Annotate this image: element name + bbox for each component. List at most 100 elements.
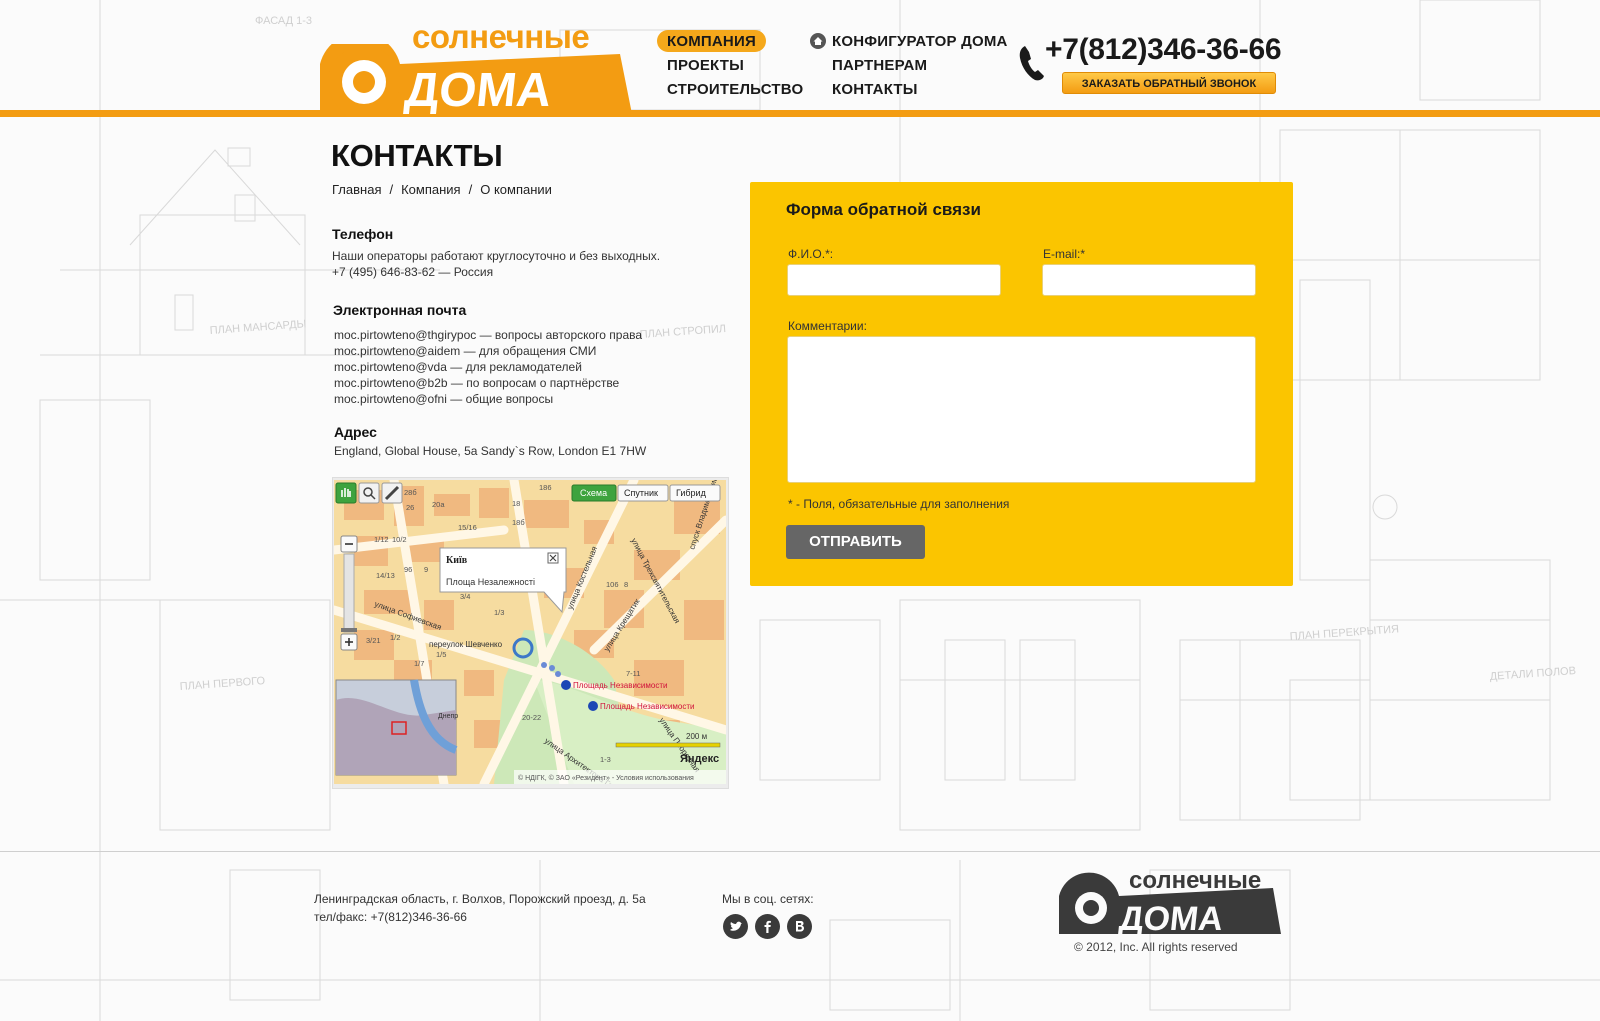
map-tab-scheme-label: Схема xyxy=(580,488,607,498)
nav-configurator[interactable]: КОНФИГУРАТОР ДОМА xyxy=(832,33,1008,50)
map-house-number: 14/13 xyxy=(376,571,395,580)
footer-phone: тел/факс: +7(812)346-36-66 xyxy=(314,910,467,924)
map-house-number: 1/7 xyxy=(414,659,424,668)
logo[interactable]: солнечные ДОМА xyxy=(320,18,632,114)
email-line[interactable]: moc.pirtowteno@aidem — для обращения СМИ xyxy=(334,343,642,359)
email-line[interactable]: moc.pirtowteno@thgirypoc — вопросы автор… xyxy=(334,327,642,343)
hand-tool-icon[interactable] xyxy=(335,482,357,504)
map-canvas[interactable]: улица Костельная улица Трехсвятительская… xyxy=(334,480,726,784)
breadcrumb-separator: / xyxy=(389,182,394,197)
map-house-number: 1/3 xyxy=(494,608,504,617)
email-line[interactable]: moc.pirtowteno@ofni — общие вопросы xyxy=(334,391,642,407)
phone-section-title: Телефон xyxy=(332,226,394,242)
map-metro-label: Площадь Независимости xyxy=(573,681,667,690)
email-section-title: Электронная почта xyxy=(333,302,467,318)
map-house-number: 26 xyxy=(406,503,414,512)
zoom-tool-icon[interactable] xyxy=(358,482,380,504)
svg-text:ПЛАН ПЕРВОГО: ПЛАН ПЕРВОГО xyxy=(179,675,266,693)
map-house-number: 186 xyxy=(539,483,552,492)
map-house-number: 1/5 xyxy=(436,650,446,659)
email-field[interactable] xyxy=(1042,264,1256,296)
nav-construction[interactable]: СТРОИТЕЛЬСТВО xyxy=(667,81,803,98)
breadcrumb-about[interactable]: О компании xyxy=(480,182,552,197)
breadcrumb-home[interactable]: Главная xyxy=(332,182,381,197)
footer-logo-big-word: ДОМА xyxy=(1117,900,1224,936)
footer-contacts: Ленинградская область, г. Волхов, Порожс… xyxy=(314,890,646,926)
address-section-title: Адрес xyxy=(334,424,377,440)
email-line[interactable]: moc.pirtowteno@vda — для рекламодателей xyxy=(334,359,642,375)
zoom-slider-handle[interactable] xyxy=(341,628,357,632)
footer-logo[interactable]: солнечные ДОМА xyxy=(1059,866,1281,936)
yandex-map[interactable]: улица Костельная улица Трехсвятительская… xyxy=(334,480,726,784)
map-house-number: 3/4 xyxy=(460,592,470,601)
callback-button[interactable]: ЗАКАЗАТЬ ОБРАТНЫЙ ЗВОНОК xyxy=(1062,72,1276,94)
page-title: КОНТАКТЫ xyxy=(331,138,503,173)
map-house-number: 28б xyxy=(404,488,417,497)
map-house-number: 9 xyxy=(424,565,428,574)
map-house-number: 18б xyxy=(512,518,525,527)
map-house-number: 3/21 xyxy=(366,636,381,645)
map-house-number: 18 xyxy=(512,499,520,508)
footer-copyright: © 2012, Inc. All rights reserved xyxy=(1074,940,1238,954)
map-street-label: переулок Шевченко xyxy=(429,640,503,649)
email-line[interactable]: moc.pirtowteno@b2b — по вопросам о партн… xyxy=(334,375,642,391)
map-house-number: 7-11 xyxy=(626,669,640,678)
phone-icon xyxy=(1019,46,1044,81)
header-accent-bar xyxy=(0,110,1600,117)
breadcrumb: Главная / Компания / О компании xyxy=(332,182,552,197)
phone-line: +7 (495) 646-83-62 — Россия xyxy=(332,265,494,279)
map-copyright[interactable]: © НДІГК, © ЗАО «Резидент» - Условия испо… xyxy=(518,774,694,782)
map-balloon-text: Площа Незалежності xyxy=(446,577,535,587)
map-tab-hybrid-label: Гибрид xyxy=(676,488,707,498)
map-house-number: 1-3 xyxy=(600,755,611,764)
header-phone-number[interactable]: +7(812)346-36-66 xyxy=(1045,33,1282,67)
email-field-label: E-mail:* xyxy=(1043,247,1086,261)
map-house-number: 106 xyxy=(606,580,619,589)
map-house-number: 1/12 xyxy=(374,535,389,544)
map-scale-label: 200 м xyxy=(686,732,707,741)
breadcrumb-separator: / xyxy=(468,182,473,197)
map-type-tabs[interactable]: Схема Спутник Гибрид xyxy=(571,484,721,502)
footer-divider xyxy=(0,851,1600,852)
nav-projects[interactable]: ПРОЕКТЫ xyxy=(667,57,744,74)
svg-text:ПЛАН МАНСАРДЫ: ПЛАН МАНСАРДЫ xyxy=(209,318,306,337)
map-minimap[interactable]: Днепр xyxy=(335,679,458,776)
map-toolbar[interactable] xyxy=(335,482,403,504)
map-tab-satellite-label: Спутник xyxy=(624,488,658,498)
svg-text:ПЛАН СТРОПИЛ: ПЛАН СТРОПИЛ xyxy=(639,323,726,341)
map-house-number: 96 xyxy=(404,565,412,574)
map-house-number: 15/16 xyxy=(458,523,477,532)
nav-contacts[interactable]: КОНТАКТЫ xyxy=(832,81,918,98)
twitter-icon[interactable] xyxy=(723,914,748,939)
svg-text:ФАСАД 1-3: ФАСАД 1-3 xyxy=(255,15,312,27)
footer-address: Ленинградская область, г. Волхов, Порожс… xyxy=(314,892,646,906)
logo-sun-mark: ДОМА xyxy=(320,44,632,114)
map-house-number: 10/2 xyxy=(392,535,407,544)
map-balloon-title: Київ xyxy=(446,555,468,566)
phone-section-text: Наши операторы работают круглосуточно и … xyxy=(332,248,660,280)
submit-button[interactable]: ОТПРАВИТЬ xyxy=(786,525,925,559)
svg-text:ДЕТАЛИ ПОЛОВ: ДЕТАЛИ ПОЛОВ xyxy=(1489,665,1576,683)
comment-textarea[interactable] xyxy=(787,336,1256,483)
map-brand-label: Яндекс xyxy=(680,753,719,765)
comment-field-label: Комментарии: xyxy=(788,319,867,333)
breadcrumb-company[interactable]: Компания xyxy=(401,182,461,197)
name-field-label: Ф.И.О.*: xyxy=(788,247,834,261)
social-label: Мы в соц. сетях: xyxy=(722,892,814,906)
map-house-number: 20а xyxy=(432,500,445,509)
facebook-icon[interactable] xyxy=(755,914,780,939)
vkontakte-icon[interactable] xyxy=(787,914,812,939)
address-text: England, Global House, 5a Sandy`s Row, L… xyxy=(334,444,647,458)
name-field[interactable] xyxy=(787,264,1001,296)
required-fields-note: * - Поля, обязательные для заполнения xyxy=(788,497,1010,511)
map-metro-label: Площадь Независимости xyxy=(600,702,694,711)
nav-company[interactable]: КОМПАНИЯ xyxy=(657,30,766,52)
map-house-number: 8 xyxy=(624,580,628,589)
minimap-river-label: Днепр xyxy=(438,713,458,720)
form-title: Форма обратной связи xyxy=(786,200,981,219)
home-icon xyxy=(810,33,826,49)
phone-line: Наши операторы работают круглосуточно и … xyxy=(332,249,661,263)
map-house-number: 20-22 xyxy=(522,713,541,722)
logo-big-word: ДОМА xyxy=(402,63,554,114)
nav-partners[interactable]: ПАРТНЕРАМ xyxy=(832,57,927,74)
